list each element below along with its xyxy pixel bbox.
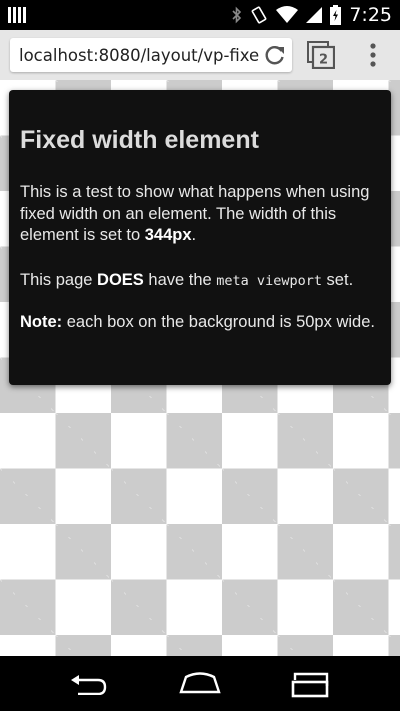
recent-apps-icon[interactable]: [291, 672, 331, 698]
system-nav-bar: [0, 656, 400, 711]
signal-icon: [306, 7, 323, 23]
p2-mid: have the: [143, 271, 217, 289]
home-icon[interactable]: [179, 672, 221, 694]
reload-icon[interactable]: [264, 44, 286, 66]
battery-charging-icon: [330, 5, 342, 25]
paragraph-fixed-width: This is a test to show what happens when…: [20, 182, 382, 247]
p2-code: meta viewport: [216, 273, 322, 289]
page-title: Fixed width element: [20, 126, 259, 154]
vibrate-icon: [251, 6, 267, 24]
fixed-width-card: Fixed width element This is a test to sh…: [9, 90, 391, 385]
wifi-icon: [276, 6, 299, 23]
p2-start: This page: [20, 271, 98, 289]
note-text: each box on the background is 50px wide.: [62, 313, 375, 331]
address-bar[interactable]: localhost:8080/layout/vp-fixed.h: [10, 38, 292, 72]
back-icon[interactable]: [68, 675, 108, 695]
clock: 7:25: [349, 4, 392, 26]
overflow-menu-icon[interactable]: [366, 42, 380, 70]
paragraph-note: Note: each box on the background is 50px…: [20, 312, 382, 334]
p2-does: DOES: [97, 271, 144, 289]
tab-count: 2: [319, 53, 328, 68]
notification-bars-icon: [8, 7, 26, 23]
bluetooth-icon: [232, 6, 242, 24]
tab-switcher-button[interactable]: 2: [307, 41, 336, 70]
status-bar: 7:25: [0, 0, 400, 30]
p1-width-value: 344px: [144, 226, 192, 244]
paragraph-meta-viewport: This page DOES have the meta viewport se…: [20, 270, 382, 293]
url-text[interactable]: localhost:8080/layout/vp-fixed.h: [19, 46, 259, 65]
page-viewport: Fixed width element This is a test to sh…: [0, 80, 400, 656]
p1-end: .: [191, 226, 197, 244]
note-label: Note:: [20, 313, 63, 331]
p2-end: set.: [321, 271, 354, 289]
browser-toolbar: localhost:8080/layout/vp-fixed.h 2: [0, 30, 400, 81]
tabs-icon: 2: [307, 41, 336, 70]
